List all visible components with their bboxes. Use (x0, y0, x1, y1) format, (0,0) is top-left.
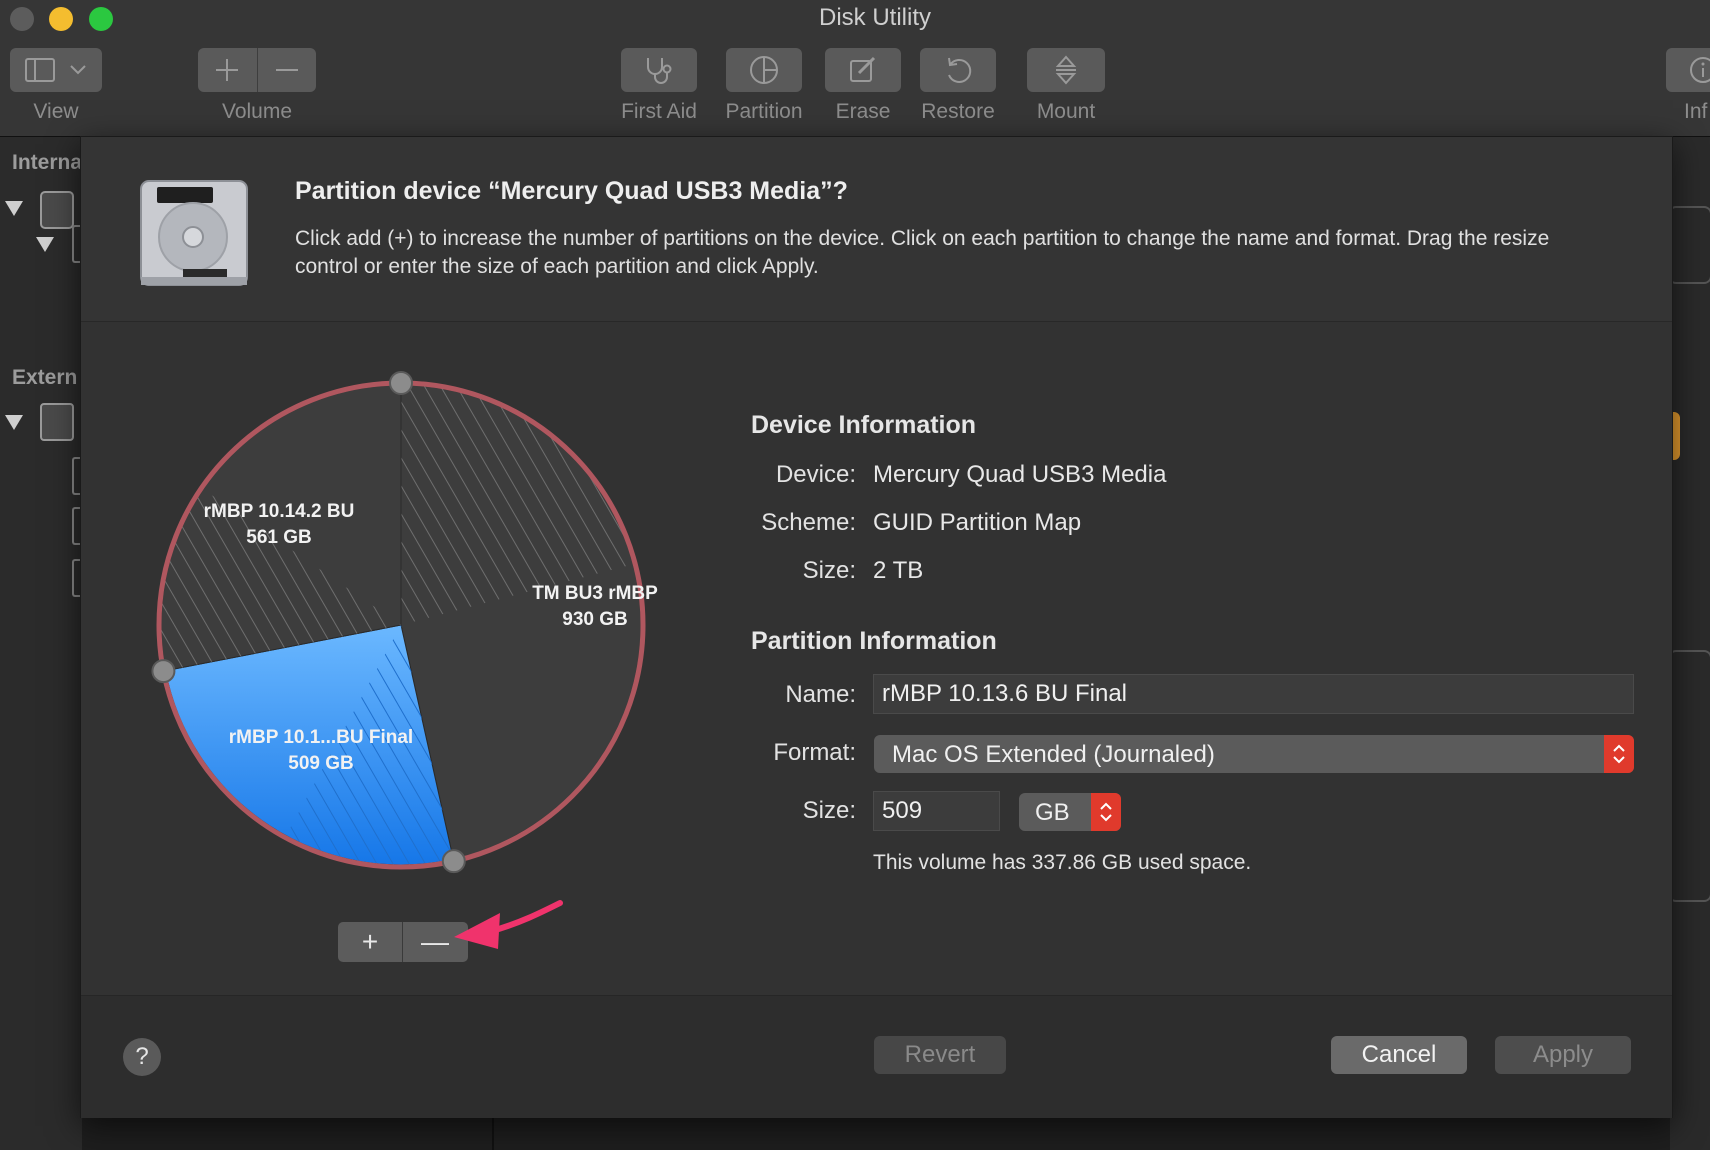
erase-button[interactable] (825, 48, 901, 92)
partition-size-input[interactable] (873, 791, 1000, 831)
format-select[interactable]: Mac OS Extended (Journaled) (874, 735, 1634, 773)
format-select-stepper[interactable] (1604, 735, 1634, 773)
restore-button[interactable] (920, 48, 996, 92)
partition-button[interactable] (726, 48, 802, 92)
format-label: Format: (773, 739, 856, 766)
sheet-description: Click add (+) to increase the number of … (295, 227, 1550, 278)
device-size-label: Size: (802, 557, 856, 584)
volume-label: Volume (221, 100, 293, 123)
help-button[interactable]: ? (123, 1038, 161, 1076)
mount-label: Mount (1036, 100, 1096, 123)
partition-sheet: Partition device “Mercury Quad USB3 Medi… (80, 136, 1673, 1118)
split-divider (492, 1116, 494, 1150)
info-icon (1690, 57, 1710, 83)
partition-label-2[interactable]: TM BU3 rMBP 930 GB (485, 581, 705, 633)
partition-size: 509 GB (288, 753, 354, 774)
resize-handle[interactable] (389, 371, 413, 395)
partition-size-label: Size: (802, 797, 856, 824)
volume-segment (198, 48, 316, 92)
info-button[interactable] (1666, 48, 1710, 92)
size-unit-stepper[interactable] (1091, 793, 1121, 831)
partition-size: 561 GB (246, 527, 312, 548)
partition-name: rMBP 10.1...BU Final (228, 727, 414, 748)
device-size-value: 2 TB (873, 557, 924, 584)
sidebar: Interna Extern (0, 137, 84, 1150)
info-panel-box (1668, 206, 1710, 284)
disclosure-triangle-icon[interactable] (5, 201, 23, 216)
info-label: Inf (1684, 100, 1708, 123)
device-label: Device: (775, 461, 856, 488)
device-value: Mercury Quad USB3 Media (873, 461, 1167, 488)
resize-handle[interactable] (151, 659, 176, 684)
mount-icon (1055, 55, 1077, 85)
add-partition-button[interactable]: + (338, 928, 402, 956)
partition-name-label: Name: (785, 681, 856, 708)
size-unit-select[interactable]: GB (1019, 793, 1121, 831)
partition-pie-chart: rMBP 10.14.2 BU 561 GB TM BU3 rMBP 930 G… (131, 355, 671, 900)
resize-handle[interactable] (441, 849, 466, 874)
cancel-button[interactable]: Cancel (1331, 1036, 1467, 1074)
partition-info-header: Partition Information (751, 627, 997, 655)
window-title: Disk Utility (819, 4, 931, 31)
info-panel-box (1668, 650, 1710, 902)
view-label: View (33, 100, 79, 123)
scheme-value: GUID Partition Map (873, 509, 1082, 536)
sidebar-external-header: Extern (12, 366, 78, 389)
erase-label: Erase (835, 100, 891, 123)
used-space-note: This volume has 337.86 GB used space. (873, 851, 1252, 874)
hard-drive-icon (140, 180, 248, 286)
partition-label-1[interactable]: rMBP 10.14.2 BU 561 GB (159, 499, 399, 551)
window-toolbar: Disk Utility View Volume First Aid Parti… (0, 0, 1710, 137)
restore-icon (948, 57, 972, 83)
scheme-label: Scheme: (761, 509, 856, 536)
partition-add-remove-control: + — (338, 922, 468, 962)
plus-icon (216, 59, 238, 81)
partition-size: 930 GB (562, 609, 628, 630)
chevron-down-icon (70, 65, 86, 75)
stethoscope-icon (647, 58, 672, 84)
first-aid-label: First Aid (621, 100, 697, 123)
partition-label: Partition (725, 100, 803, 123)
mount-button[interactable] (1027, 48, 1105, 92)
view-button[interactable] (10, 48, 102, 92)
minus-icon (276, 69, 298, 71)
partition-label-3[interactable]: rMBP 10.1...BU Final 509 GB (191, 725, 451, 777)
format-select-value: Mac OS Extended (Journaled) (892, 741, 1215, 768)
add-volume-button[interactable] (198, 48, 257, 92)
main-content-edge (1670, 137, 1710, 1150)
up-down-chevron-icon (1613, 744, 1625, 764)
disclosure-triangle-icon[interactable] (36, 237, 54, 252)
annotation-arrow-icon (454, 900, 563, 949)
sidebar-internal-header: Interna (12, 151, 83, 174)
device-info-header: Device Information (751, 411, 977, 439)
external-disk-icon[interactable] (40, 403, 74, 441)
sheet-title: Partition device “Mercury Quad USB3 Medi… (295, 177, 848, 205)
erase-icon (850, 56, 876, 82)
restore-label: Restore (921, 100, 995, 123)
sheet-header: Partition device “Mercury Quad USB3 Medi… (81, 137, 1672, 322)
remove-volume-button[interactable] (258, 48, 316, 92)
partition-icon (750, 56, 778, 84)
disclosure-triangle-icon[interactable] (5, 415, 23, 430)
apply-button[interactable]: Apply (1495, 1036, 1631, 1074)
partition-name-input[interactable] (873, 674, 1634, 714)
size-unit-value: GB (1035, 799, 1070, 826)
first-aid-button[interactable] (621, 48, 697, 92)
internal-disk-icon[interactable] (40, 191, 74, 229)
partition-name: TM BU3 rMBP (532, 583, 658, 604)
revert-button[interactable]: Revert (874, 1036, 1006, 1074)
partition-name: rMBP 10.14.2 BU (203, 501, 355, 522)
sidebar-icon (25, 58, 55, 82)
up-down-chevron-icon (1100, 802, 1112, 822)
